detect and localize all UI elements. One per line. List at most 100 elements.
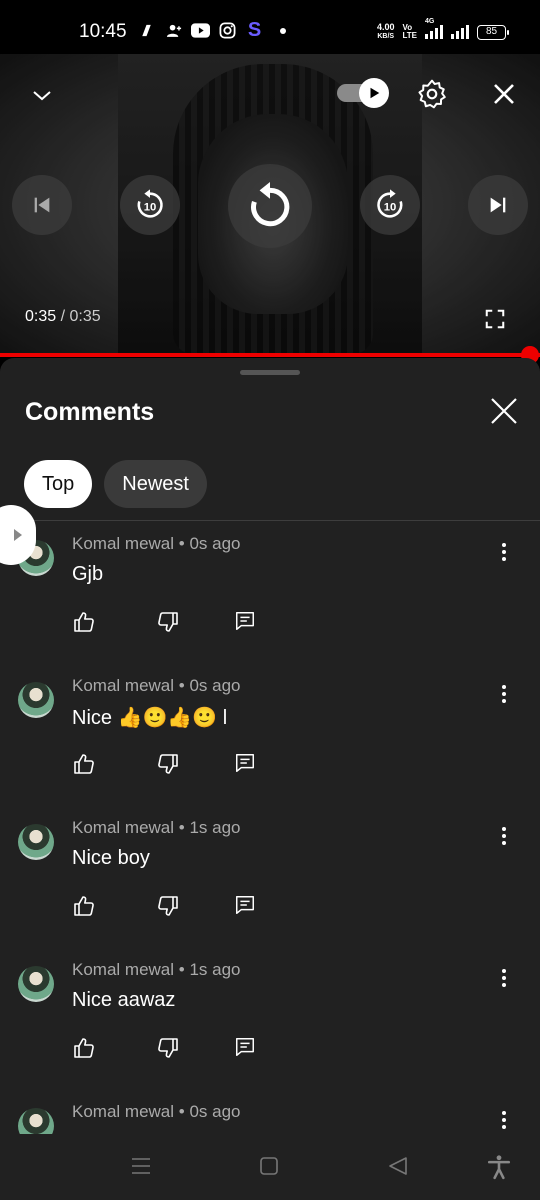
settings-button[interactable]: [414, 76, 450, 112]
dislike-button[interactable]: [156, 1036, 180, 1060]
next-button[interactable]: [468, 175, 528, 235]
more-vertical-icon: [502, 685, 506, 703]
comment-author[interactable]: Komal mewal: [72, 676, 174, 695]
play-icon: [359, 78, 389, 108]
comment-meta: Komal mewal • 1s ago: [72, 818, 241, 838]
comment-more-button[interactable]: [492, 966, 516, 990]
dislike-button[interactable]: [156, 894, 180, 918]
comment-text: Nice boy: [72, 847, 150, 869]
drag-handle[interactable]: [240, 370, 300, 375]
reply-button[interactable]: [234, 610, 258, 634]
accessibility-button[interactable]: [486, 1154, 512, 1180]
comment-author[interactable]: Komal mewal: [72, 534, 174, 553]
meta-separator: •: [174, 676, 190, 695]
autoplay-toggle[interactable]: [337, 78, 391, 108]
comment-actions: [72, 752, 318, 776]
like-button[interactable]: [72, 1036, 96, 1060]
minimize-button[interactable]: [27, 80, 57, 110]
network-type: 4G: [425, 18, 435, 25]
caret-right-icon: [14, 529, 22, 541]
svg-text:10: 10: [384, 202, 397, 214]
comment-meta: Komal mewal • 0s ago: [72, 676, 241, 696]
chevron-down-icon: [33, 91, 51, 101]
thumbs-down-icon: [158, 896, 178, 916]
thumbs-down-icon: [158, 1038, 178, 1058]
recents-button[interactable]: [129, 1154, 155, 1180]
reply-icon: [236, 1038, 254, 1056]
comment-time: 0s ago: [189, 676, 241, 695]
dislike-button[interactable]: [156, 752, 180, 776]
comment-more-button[interactable]: [492, 1108, 516, 1132]
more-vertical-icon: [502, 543, 506, 561]
meta-separator: •: [174, 534, 190, 553]
comment-text: Nice aawaz: [72, 989, 176, 1011]
thumbs-up-icon: [74, 612, 94, 632]
like-button[interactable]: [72, 894, 96, 918]
thumbs-down-icon: [158, 612, 178, 632]
net-speed-value: 4.00: [376, 22, 395, 32]
comment-text: Gjb: [72, 563, 104, 585]
previous-button[interactable]: [12, 175, 72, 235]
fullscreen-button[interactable]: [482, 306, 508, 332]
close-player-button[interactable]: [490, 80, 518, 108]
comment-meta: Komal mewal • 0s ago: [72, 1102, 241, 1122]
replay-button[interactable]: [228, 164, 312, 248]
thumbs-up-icon: [74, 1038, 94, 1058]
reply-icon: [236, 896, 254, 914]
comment-text: Nice 👍🙂👍🙂 l: [72, 707, 228, 729]
comment-time: 1s ago: [189, 818, 241, 837]
system-nav-bar: [0, 1134, 540, 1200]
comment-more-button[interactable]: [492, 540, 516, 564]
replay-10-icon: 10: [137, 189, 163, 218]
thumbs-up-icon: [74, 896, 94, 916]
avatar[interactable]: [18, 682, 54, 718]
close-comments-button[interactable]: [488, 395, 520, 427]
avatar[interactable]: [18, 966, 54, 1002]
video-player[interactable]: 10 10 0:35 / 0:35: [0, 54, 540, 356]
contact-add-icon: [164, 22, 183, 39]
duration: 0:35: [69, 308, 101, 325]
comment-author[interactable]: Komal mewal: [72, 960, 174, 979]
divider: [0, 520, 540, 521]
back-button[interactable]: [386, 1154, 412, 1180]
battery-level: 85: [485, 25, 498, 37]
svg-text:10: 10: [144, 202, 157, 214]
comment-author[interactable]: Komal mewal: [72, 818, 174, 837]
comment-item: Komal mewal • 1s ago Nice aawaz: [0, 954, 540, 1096]
rewind-10-button[interactable]: 10: [120, 175, 180, 235]
reply-button[interactable]: [234, 894, 258, 918]
signal-4g-icon: 4G: [425, 18, 443, 39]
comment-more-button[interactable]: [492, 682, 516, 706]
more-vertical-icon: [502, 827, 506, 845]
home-button[interactable]: [257, 1154, 283, 1180]
more-vertical-icon: [502, 1111, 506, 1129]
comment-more-button[interactable]: [492, 824, 516, 848]
meta-separator: •: [174, 1102, 190, 1121]
comments-panel: Comments Top Newest Komal mewal • 0s ago…: [0, 358, 540, 1200]
avatar[interactable]: [18, 824, 54, 860]
forward-10-button[interactable]: 10: [360, 175, 420, 235]
reply-button[interactable]: [234, 752, 258, 776]
comment-meta: Komal mewal • 1s ago: [72, 960, 241, 980]
dislike-button[interactable]: [156, 610, 180, 634]
progress-bar[interactable]: [0, 353, 540, 357]
gear-icon: [418, 79, 446, 109]
skip-next-icon: [490, 197, 506, 213]
comment-item: Komal mewal • 0s ago Nice 👍🙂👍🙂 l: [0, 670, 540, 812]
time-separator: /: [56, 308, 70, 325]
like-button[interactable]: [72, 752, 96, 776]
reply-button[interactable]: [234, 1036, 258, 1060]
tab-top[interactable]: Top: [24, 460, 93, 508]
meta-separator: •: [174, 818, 190, 837]
comment-time: 1s ago: [189, 960, 241, 979]
volte-bottom: LTE: [402, 31, 417, 40]
thumbs-down-icon: [158, 754, 178, 774]
like-button[interactable]: [72, 610, 96, 634]
signal-icon: [451, 25, 469, 39]
status-time: 10:45: [79, 21, 127, 42]
comment-meta: Komal mewal • 0s ago: [72, 534, 241, 554]
tab-newest[interactable]: Newest: [104, 460, 207, 508]
sort-tabs: Top Newest: [24, 460, 207, 508]
comment-author[interactable]: Komal mewal: [72, 1102, 174, 1121]
comment-actions: [72, 894, 318, 918]
